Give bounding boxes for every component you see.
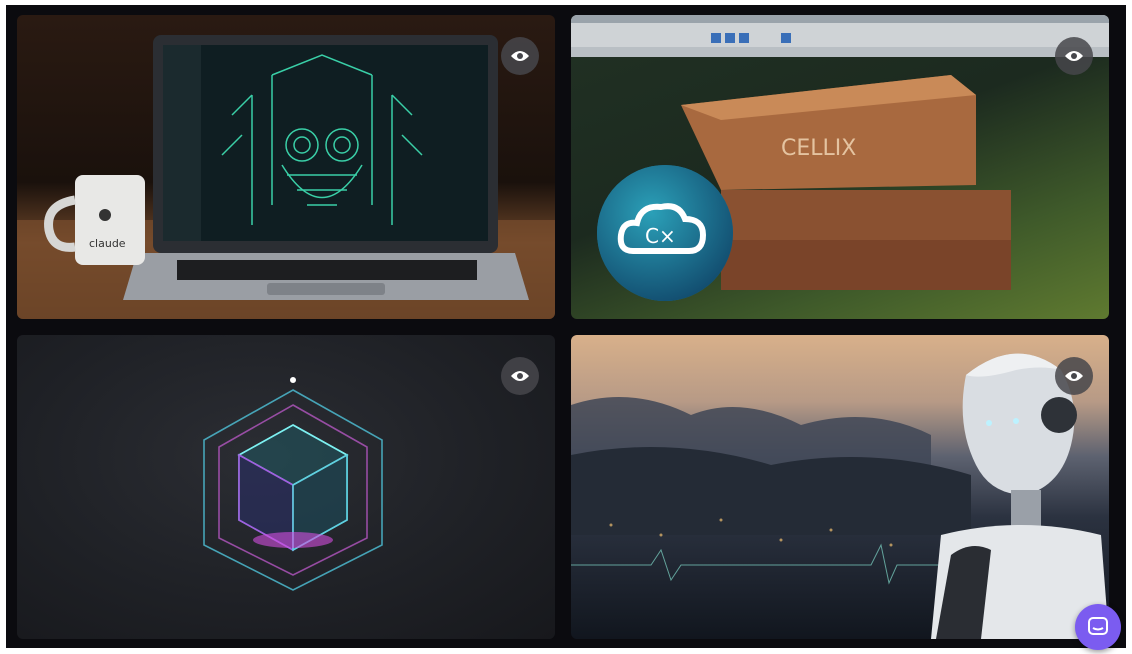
image-gallery: claude CELLIX C× [6,5,1126,648]
preview-eye-button[interactable] [501,37,539,75]
gallery-tile-laptop[interactable]: claude [17,15,555,319]
page-frame: claude CELLIX C× [0,0,1132,654]
preview-eye-button[interactable] [501,357,539,395]
boxes-illustration: CELLIX C× [571,15,1109,301]
cube-illustration [203,377,383,591]
preview-eye-button[interactable] [1055,37,1093,75]
gallery-tile-robot[interactable] [571,335,1109,639]
box-label: CELLIX [781,136,856,161]
chat-icon [1088,617,1108,635]
mug-label: claude [89,237,126,250]
preview-eye-button[interactable] [1055,357,1093,395]
logo-text: C× [645,224,676,248]
gallery-tile-boxes[interactable]: CELLIX C× [571,15,1109,319]
gallery-tile-cube[interactable] [17,335,555,639]
eye-icon [1065,371,1083,381]
eye-icon [511,51,529,61]
chat-launcher-button[interactable] [1075,604,1121,650]
eye-icon [1065,51,1083,61]
eye-icon [511,371,529,381]
laptop-illustration: claude [17,35,555,319]
robot-illustration [571,353,1109,639]
